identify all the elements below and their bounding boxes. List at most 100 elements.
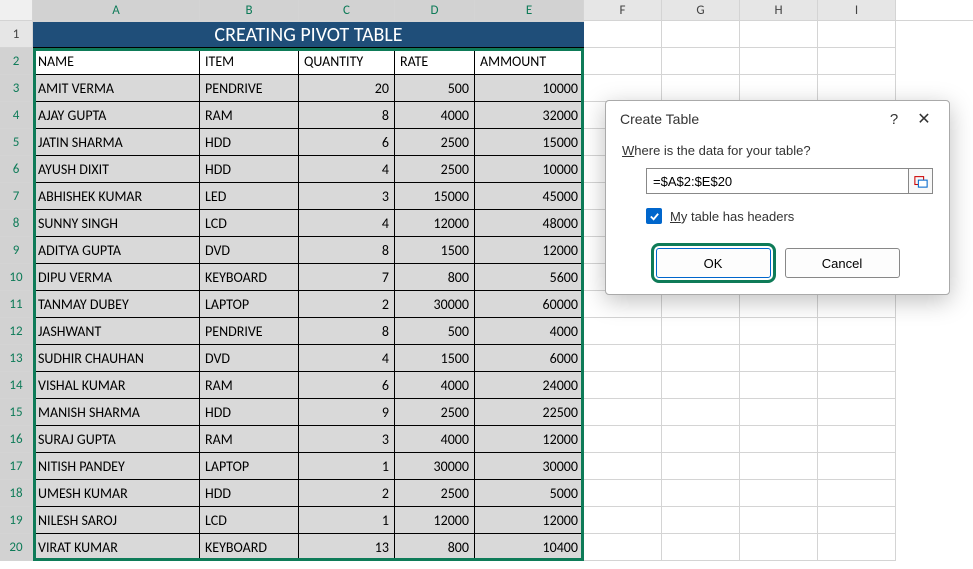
cell-empty[interactable]	[818, 534, 896, 561]
cell-name[interactable]: TANMAY DUBEY	[33, 291, 200, 318]
cell-amount[interactable]: 22500	[475, 399, 584, 426]
cell-qty[interactable]: 4	[299, 156, 395, 183]
cell-rate[interactable]: 2500	[395, 399, 475, 426]
cell-empty[interactable]	[740, 399, 818, 426]
cell-rate[interactable]: 30000	[395, 453, 475, 480]
cell-empty[interactable]	[740, 345, 818, 372]
cell-item[interactable]: PENDRIVE	[200, 318, 299, 345]
row-header-17[interactable]: 17	[0, 453, 33, 480]
cell-empty[interactable]	[662, 453, 740, 480]
cell-empty[interactable]	[740, 426, 818, 453]
cell-empty[interactable]	[584, 75, 662, 102]
row-header-3[interactable]: 3	[0, 75, 33, 102]
cell-amount[interactable]: 48000	[475, 210, 584, 237]
row-header-12[interactable]: 12	[0, 318, 33, 345]
col-header-f[interactable]: F	[584, 0, 662, 20]
cell-amount[interactable]: 5600	[475, 264, 584, 291]
cell-empty[interactable]	[740, 372, 818, 399]
cell-amount[interactable]: 24000	[475, 372, 584, 399]
cell-name[interactable]: NITISH PANDEY	[33, 453, 200, 480]
cell-qty[interactable]: 8	[299, 102, 395, 129]
row-header-9[interactable]: 9	[0, 237, 33, 264]
cell-empty[interactable]	[662, 21, 740, 48]
cell-empty[interactable]	[740, 21, 818, 48]
cell-item[interactable]: PENDRIVE	[200, 75, 299, 102]
help-button[interactable]: ?	[879, 111, 909, 128]
cell-empty[interactable]	[818, 372, 896, 399]
cell-amount[interactable]: 12000	[475, 237, 584, 264]
cell-empty[interactable]	[584, 453, 662, 480]
cell-item[interactable]: LCD	[200, 210, 299, 237]
close-button[interactable]: ✕	[909, 109, 939, 129]
cell-qty[interactable]: 9	[299, 399, 395, 426]
cell-qty[interactable]: 3	[299, 183, 395, 210]
headers-checkbox-label[interactable]: My table has headers	[670, 209, 794, 224]
cell-empty[interactable]	[584, 399, 662, 426]
row-header-10[interactable]: 10	[0, 264, 33, 291]
cell-amount[interactable]: 6000	[475, 345, 584, 372]
row-header-16[interactable]: 16	[0, 426, 33, 453]
row-header-13[interactable]: 13	[0, 345, 33, 372]
cell-name[interactable]: DIPU VERMA	[33, 264, 200, 291]
cell-empty[interactable]	[662, 372, 740, 399]
row-header-1[interactable]: 1	[0, 21, 33, 48]
cell-amount[interactable]: 60000	[475, 291, 584, 318]
cell-empty[interactable]	[662, 426, 740, 453]
cell-empty[interactable]	[662, 480, 740, 507]
cell-rate[interactable]: 4000	[395, 426, 475, 453]
cell-name[interactable]: SUDHIR CHAUHAN	[33, 345, 200, 372]
cell-amount[interactable]: 4000	[475, 318, 584, 345]
cell-qty[interactable]: 1	[299, 507, 395, 534]
col-header-i[interactable]: I	[818, 0, 896, 20]
cell-qty[interactable]: 8	[299, 318, 395, 345]
cell-empty[interactable]	[584, 534, 662, 561]
cell-rate[interactable]: 1500	[395, 237, 475, 264]
cell-empty[interactable]	[818, 318, 896, 345]
cell-empty[interactable]	[740, 291, 818, 318]
cell-item[interactable]: KEYBOARD	[200, 534, 299, 561]
cell-empty[interactable]	[818, 426, 896, 453]
row-header-6[interactable]: 6	[0, 156, 33, 183]
cell-item[interactable]: RAM	[200, 426, 299, 453]
cell-amount[interactable]: 12000	[475, 507, 584, 534]
cell-rate[interactable]: 1500	[395, 345, 475, 372]
cell-name[interactable]: UMESH KUMAR	[33, 480, 200, 507]
range-input[interactable]	[646, 168, 909, 194]
row-header-4[interactable]: 4	[0, 102, 33, 129]
cell-rate[interactable]: 12000	[395, 210, 475, 237]
cell-item[interactable]: HDD	[200, 480, 299, 507]
cell-rate[interactable]: 15000	[395, 183, 475, 210]
cell-item[interactable]: RAM	[200, 372, 299, 399]
cell-qty[interactable]: 2	[299, 480, 395, 507]
cell-empty[interactable]	[662, 534, 740, 561]
range-picker-button[interactable]	[909, 168, 933, 194]
cell-qty[interactable]: 4	[299, 345, 395, 372]
cell-amount[interactable]: 10000	[475, 156, 584, 183]
cell-empty[interactable]	[740, 534, 818, 561]
cell-empty[interactable]	[584, 21, 662, 48]
cell-empty[interactable]	[818, 399, 896, 426]
cell-empty[interactable]	[662, 507, 740, 534]
cell-qty[interactable]: 3	[299, 426, 395, 453]
cell-rate[interactable]: 4000	[395, 102, 475, 129]
headers-checkbox[interactable]	[646, 208, 662, 224]
cell-empty[interactable]	[818, 21, 896, 48]
header-item[interactable]: ITEM	[200, 48, 299, 75]
cell-name[interactable]: MANISH SHARMA	[33, 399, 200, 426]
cell-qty[interactable]: 6	[299, 129, 395, 156]
cell-amount[interactable]: 32000	[475, 102, 584, 129]
cell-qty[interactable]: 4	[299, 210, 395, 237]
dialog-titlebar[interactable]: Create Table ? ✕	[606, 101, 949, 133]
cell-name[interactable]: NILESH SAROJ	[33, 507, 200, 534]
cell-empty[interactable]	[662, 291, 740, 318]
cell-name[interactable]: AMIT VERMA	[33, 75, 200, 102]
cell-empty[interactable]	[662, 399, 740, 426]
cell-name[interactable]: JASHWANT	[33, 318, 200, 345]
cell-empty[interactable]	[584, 318, 662, 345]
cell-rate[interactable]: 2500	[395, 156, 475, 183]
cell-empty[interactable]	[584, 507, 662, 534]
cell-name[interactable]: VIRAT KUMAR	[33, 534, 200, 561]
cell-empty[interactable]	[662, 75, 740, 102]
cell-name[interactable]: VISHAL KUMAR	[33, 372, 200, 399]
header-name[interactable]: NAME	[33, 48, 200, 75]
